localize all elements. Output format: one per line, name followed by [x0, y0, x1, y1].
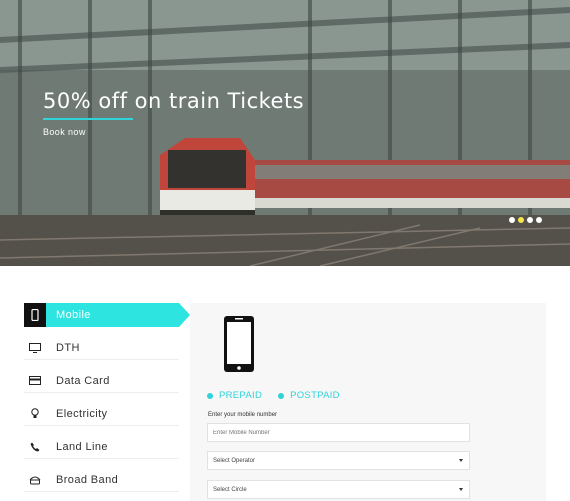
sidebar-item-broad-band[interactable]: Broad Band — [24, 468, 179, 492]
mobile-icon — [24, 303, 46, 327]
carousel-dots — [509, 217, 542, 223]
chevron-down-icon — [459, 459, 463, 462]
mobile-number-field[interactable] — [207, 423, 470, 442]
hero-title-underline — [43, 118, 133, 120]
radio-label: PREPAID — [219, 390, 263, 401]
circle-select[interactable]: Select Circle — [207, 480, 470, 499]
sidebar-item-label: DTH — [56, 341, 80, 354]
radio-dot-icon — [207, 392, 213, 399]
sidebar-item-electricity[interactable]: Electricity — [24, 402, 179, 426]
sidebar-item-label: Broad Band — [56, 473, 119, 486]
prepaid-radio[interactable]: PREPAID — [207, 390, 262, 401]
sidebar-item-label: Data Card — [56, 374, 110, 387]
postpaid-radio[interactable]: POSTPAID — [278, 390, 340, 401]
bulb-icon — [24, 402, 46, 426]
plan-type-options: PREPAID POSTPAID — [207, 390, 340, 401]
hero-banner: 50% off on train Tickets Book now — [0, 0, 570, 266]
carousel-dot-4[interactable] — [536, 217, 542, 223]
carousel-dot-2[interactable] — [518, 217, 524, 223]
radio-dot-icon — [278, 392, 285, 399]
sidebar-item-mobile[interactable]: Mobile — [24, 303, 190, 327]
operator-select-value: Select Operator — [213, 457, 256, 464]
sidebar-item-label: Electricity — [56, 407, 108, 420]
sidebar-item-dth[interactable]: DTH — [24, 336, 179, 360]
phone-icon — [24, 435, 46, 459]
sidebar-item-data-card[interactable]: Data Card — [24, 369, 179, 393]
mobile-phone-icon — [224, 316, 254, 372]
chevron-down-icon — [459, 488, 463, 491]
service-sidebar: Mobile DTH Data Card Electricity Land Li… — [24, 303, 190, 501]
sidebar-item-label: Land Line — [56, 440, 108, 453]
radio-label: POSTPAID — [290, 390, 340, 401]
circle-select-value: Select Circle — [213, 486, 247, 493]
mobile-number-input[interactable] — [213, 429, 469, 436]
hero-title: 50% off on train Tickets — [43, 89, 305, 113]
mobile-number-label: Enter your mobile number — [208, 412, 278, 418]
operator-select[interactable]: Select Operator — [207, 451, 470, 470]
carousel-dot-1[interactable] — [509, 217, 515, 223]
sidebar-item-label: Mobile — [56, 309, 91, 321]
recharge-panel: PREPAID POSTPAID Enter your mobile numbe… — [190, 303, 546, 501]
sidebar-item-land-line[interactable]: Land Line — [24, 435, 179, 459]
book-now-link[interactable]: Book now — [43, 127, 86, 137]
carousel-dot-3[interactable] — [527, 217, 533, 223]
router-icon — [24, 468, 46, 492]
tv-icon — [24, 336, 46, 360]
card-icon — [24, 369, 46, 393]
